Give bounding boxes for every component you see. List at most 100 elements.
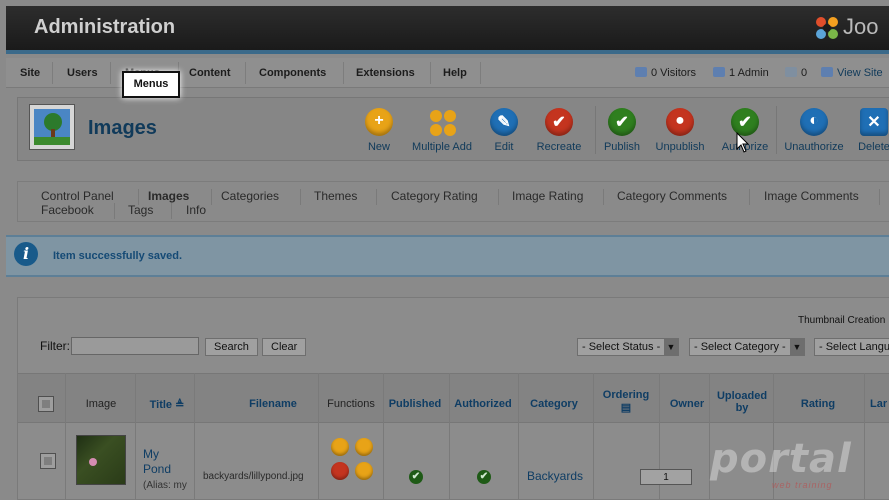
- image-filename: backyards/lillypond.jpg: [203, 471, 304, 482]
- col-category[interactable]: Category: [521, 398, 587, 410]
- col-authorized[interactable]: Authorized: [450, 398, 516, 410]
- col-ordering[interactable]: Ordering ▤: [596, 389, 656, 414]
- status-select-value: - Select Status -: [582, 341, 661, 353]
- rotate-left-icon[interactable]: [331, 438, 349, 456]
- unauthorize-icon: ◐: [800, 108, 828, 136]
- category-select[interactable]: - Select Category - ▼: [689, 338, 805, 356]
- portal-watermark: portal web training: [710, 436, 870, 496]
- admin-user-icon: [713, 67, 725, 77]
- swap-icon[interactable]: [355, 462, 373, 480]
- save-order-icon[interactable]: ▤: [621, 402, 631, 414]
- admin-title: Administration: [34, 16, 176, 38]
- image-title-link[interactable]: My: [143, 447, 159, 461]
- column-divider: [65, 373, 66, 500]
- category-select-value: - Select Category -: [694, 341, 786, 353]
- admin-header: Administration Joo: [6, 6, 889, 54]
- check-icon: ✔: [608, 108, 636, 136]
- image-title-link-2[interactable]: Pond: [143, 462, 171, 476]
- menu-extensions[interactable]: Extensions: [356, 67, 415, 79]
- toolbar-divider: [595, 106, 596, 154]
- joomla-logo[interactable]: Joo: [809, 12, 889, 44]
- subnav-info[interactable]: Info: [186, 203, 206, 217]
- trash-icon: ✕: [860, 108, 888, 136]
- column-divider: [383, 373, 384, 500]
- ordering-input[interactable]: [640, 469, 692, 485]
- menu-help[interactable]: Help: [443, 67, 467, 79]
- column-divider: [449, 373, 450, 500]
- visitors-status[interactable]: 0 Visitors: [635, 67, 696, 79]
- search-button[interactable]: Search: [205, 338, 258, 356]
- recreate-label: Recreate: [536, 141, 582, 153]
- subnav-image-comments[interactable]: Image Comments: [764, 189, 859, 203]
- select-all-checkbox[interactable]: [38, 396, 54, 412]
- subnav-images[interactable]: Images: [148, 189, 189, 203]
- thumbnail-creation-link[interactable]: Thumbnail Creation: [798, 315, 885, 326]
- unauthorize-button[interactable]: ◐ Unauthorize: [783, 108, 845, 153]
- admin-status[interactable]: 1 Admin: [713, 67, 769, 79]
- publish-label: Publish: [603, 141, 641, 153]
- status-select[interactable]: - Select Status - ▼: [577, 338, 679, 356]
- menu-site[interactable]: Site: [20, 67, 40, 79]
- component-subnav: Control Panel Images Categories Themes C…: [17, 181, 889, 222]
- menu-components[interactable]: Components: [259, 67, 326, 79]
- chevron-down-icon: ▼: [790, 339, 804, 355]
- subnav-divider: [603, 189, 604, 205]
- subnav-divider: [211, 189, 212, 205]
- col-uploaded-by[interactable]: Uploaded by: [712, 390, 772, 414]
- subnav-image-rating[interactable]: Image Rating: [512, 189, 583, 203]
- menu-divider: [245, 62, 246, 84]
- col-filename[interactable]: Filename: [213, 398, 333, 410]
- visitors-icon: [635, 67, 647, 77]
- col-owner[interactable]: Owner: [658, 398, 716, 410]
- col-language[interactable]: Lar: [870, 398, 889, 410]
- row-checkbox[interactable]: [40, 453, 56, 469]
- published-check-icon[interactable]: ✔: [409, 470, 423, 484]
- table-header: Image Title ≜ Filename Functions Publish…: [18, 373, 889, 423]
- col-title[interactable]: Title ≜: [142, 398, 192, 411]
- images-page-icon: [29, 104, 75, 150]
- unpublish-button[interactable]: ● Unpublish: [652, 108, 708, 153]
- col-uploaded-label: Uploaded: [716, 390, 768, 402]
- language-select[interactable]: - Select Langu: [814, 338, 889, 356]
- subnav-category-rating[interactable]: Category Rating: [391, 189, 478, 203]
- menu-content[interactable]: Content: [189, 67, 231, 79]
- plus-icon: +: [365, 108, 393, 136]
- col-rating[interactable]: Rating: [788, 398, 848, 410]
- subnav-tags[interactable]: Tags: [128, 203, 153, 217]
- recreate-button[interactable]: ✔ Recreate: [534, 108, 584, 153]
- messages-status[interactable]: 0: [785, 67, 807, 79]
- new-button[interactable]: + New: [360, 108, 398, 153]
- menu-divider: [52, 62, 53, 84]
- edit-button[interactable]: ✎ Edit: [486, 108, 522, 153]
- subnav-categories[interactable]: Categories: [221, 189, 279, 203]
- column-divider: [135, 373, 136, 500]
- column-divider: [194, 373, 195, 500]
- unauthorize-label: Unauthorize: [784, 141, 844, 153]
- authorized-check-icon[interactable]: ✔: [477, 470, 491, 484]
- delete-label: Delete: [858, 141, 889, 153]
- messages-count: 0: [801, 67, 808, 79]
- col-published[interactable]: Published: [384, 398, 446, 410]
- subnav-category-comments[interactable]: Category Comments: [617, 189, 727, 203]
- recreate-thumb-icon[interactable]: [331, 462, 349, 480]
- col-functions: Functions: [327, 398, 375, 410]
- multiple-add-button[interactable]: Multiple Add: [410, 108, 474, 153]
- category-link[interactable]: Backyards: [527, 469, 583, 483]
- new-label: New: [367, 141, 390, 153]
- menu-users[interactable]: Users: [67, 67, 98, 79]
- filter-input[interactable]: [71, 337, 199, 355]
- system-message: i Item successfully saved.: [6, 235, 889, 277]
- subnav-facebook[interactable]: Facebook: [41, 203, 94, 217]
- col-by-label: by: [735, 402, 749, 414]
- clear-button[interactable]: Clear: [262, 338, 307, 356]
- delete-button[interactable]: ✕ Delete: [858, 108, 889, 153]
- subnav-themes[interactable]: Themes: [314, 189, 357, 203]
- menu-divider: [430, 62, 431, 84]
- image-thumbnail[interactable]: [76, 435, 126, 485]
- menu-divider: [110, 62, 111, 84]
- view-site-link[interactable]: View Site: [821, 67, 883, 79]
- rotate-right-icon[interactable]: [355, 438, 373, 456]
- subnav-control-panel[interactable]: Control Panel: [41, 189, 114, 203]
- menus-highlight-callout[interactable]: Menus: [122, 71, 180, 98]
- publish-button[interactable]: ✔ Publish: [602, 108, 642, 153]
